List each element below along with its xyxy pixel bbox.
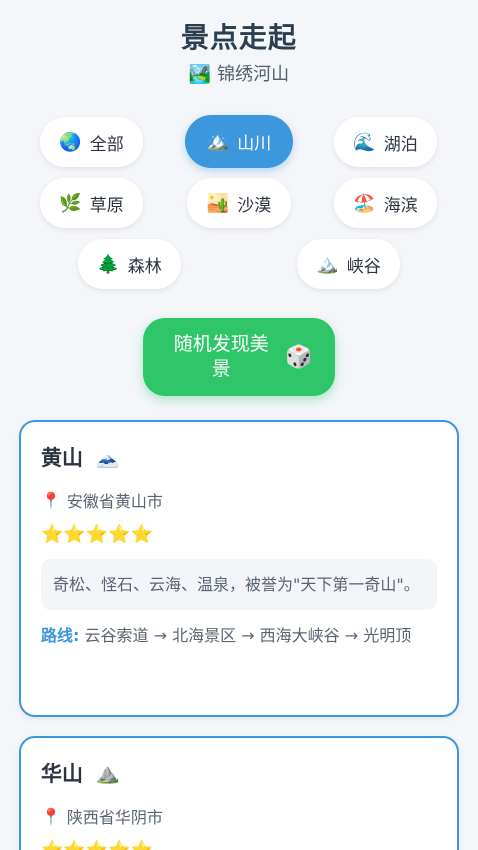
wave-icon: 🌊 (353, 131, 376, 153)
snow-mountain-icon: 🏔️ (316, 253, 339, 275)
category-label: 森林 (127, 256, 162, 277)
category-chip-mountains[interactable]: 🏔️ 山川 (185, 115, 293, 168)
subtitle-text: 锦绣河山 (217, 64, 290, 85)
desert-icon: 🏜️ (206, 192, 230, 214)
category-label: 山川 (237, 134, 272, 154)
globe-icon: 🌏 (59, 131, 82, 153)
evergreen-tree-icon: 🌲 (97, 253, 120, 275)
random-discover-button[interactable]: 随机发现美景 🎲 (143, 318, 335, 396)
mount-fuji-icon: 🗻 (95, 445, 120, 469)
random-button-label: 随机发现美景 (173, 333, 269, 380)
category-chip-beach[interactable]: 🏖️ 海滨 (334, 178, 437, 228)
category-chip-desert[interactable]: 🏜️ 沙漠 (187, 178, 291, 228)
category-label: 草原 (89, 195, 124, 216)
spot-card[interactable]: 黄山 🗻 📍 安徽省黄山市 ⭐⭐⭐⭐⭐ 奇松、怪石、云海、温泉，被誉为"天下第一… (19, 420, 459, 717)
spot-name: 黄山 (41, 446, 83, 470)
spot-title: 华山 ⛰️ (41, 758, 437, 788)
category-label: 沙漠 (237, 195, 272, 216)
landscape-icon: 🏞️ (188, 64, 212, 85)
category-chip-canyon[interactable]: 🏔️ 峡谷 (297, 239, 400, 289)
dice-icon: 🎲 (285, 344, 313, 370)
location-text: 陕西省华阴市 (66, 808, 163, 827)
category-chip-forest[interactable]: 🌲 森林 (78, 239, 181, 289)
spot-location: 📍 陕西省华阴市 (41, 804, 437, 828)
pin-icon: 📍 (41, 806, 61, 826)
category-chip-grassland[interactable]: 🌿 草原 (40, 178, 143, 228)
mountain-icon: ⛰️ (95, 761, 120, 785)
spot-location: 📍 安徽省黄山市 (41, 488, 437, 512)
app-subtitle: 🏞️ 锦绣河山 (0, 60, 478, 86)
category-label: 全部 (89, 134, 124, 155)
route-label: 路线: (41, 626, 80, 645)
herb-icon: 🌿 (59, 192, 82, 214)
spot-title: 黄山 🗻 (41, 442, 437, 472)
route-text: 云谷索道 → 北海景区 → 西海大峡谷 → 光明顶 (84, 626, 412, 645)
category-label: 峡谷 (346, 256, 381, 277)
mountain-icon: 🏔️ (206, 131, 230, 152)
app-title: 景点走起 (180, 21, 297, 54)
category-chip-lakes[interactable]: 🌊 湖泊 (334, 117, 437, 167)
star-rating: ⭐⭐⭐⭐⭐ (41, 524, 154, 545)
star-rating: ⭐⭐⭐⭐⭐ (41, 840, 437, 850)
spot-name: 华山 (41, 762, 83, 786)
pin-icon: 📍 (41, 490, 61, 510)
category-chip-all[interactable]: 🌏 全部 (40, 117, 143, 167)
beach-umbrella-icon: 🏖️ (353, 192, 376, 214)
category-label: 湖泊 (383, 134, 418, 155)
category-label: 海滨 (383, 195, 418, 216)
location-text: 安徽省黄山市 (66, 492, 163, 511)
spot-card[interactable]: 华山 ⛰️ 📍 陕西省华阴市 ⭐⭐⭐⭐⭐ (19, 736, 459, 850)
spot-description: 奇松、怪石、云海、温泉，被誉为"天下第一奇山"。 (41, 559, 437, 610)
spot-route: 路线: 云谷索道 → 北海景区 → 西海大峡谷 → 光明顶 (41, 624, 437, 647)
